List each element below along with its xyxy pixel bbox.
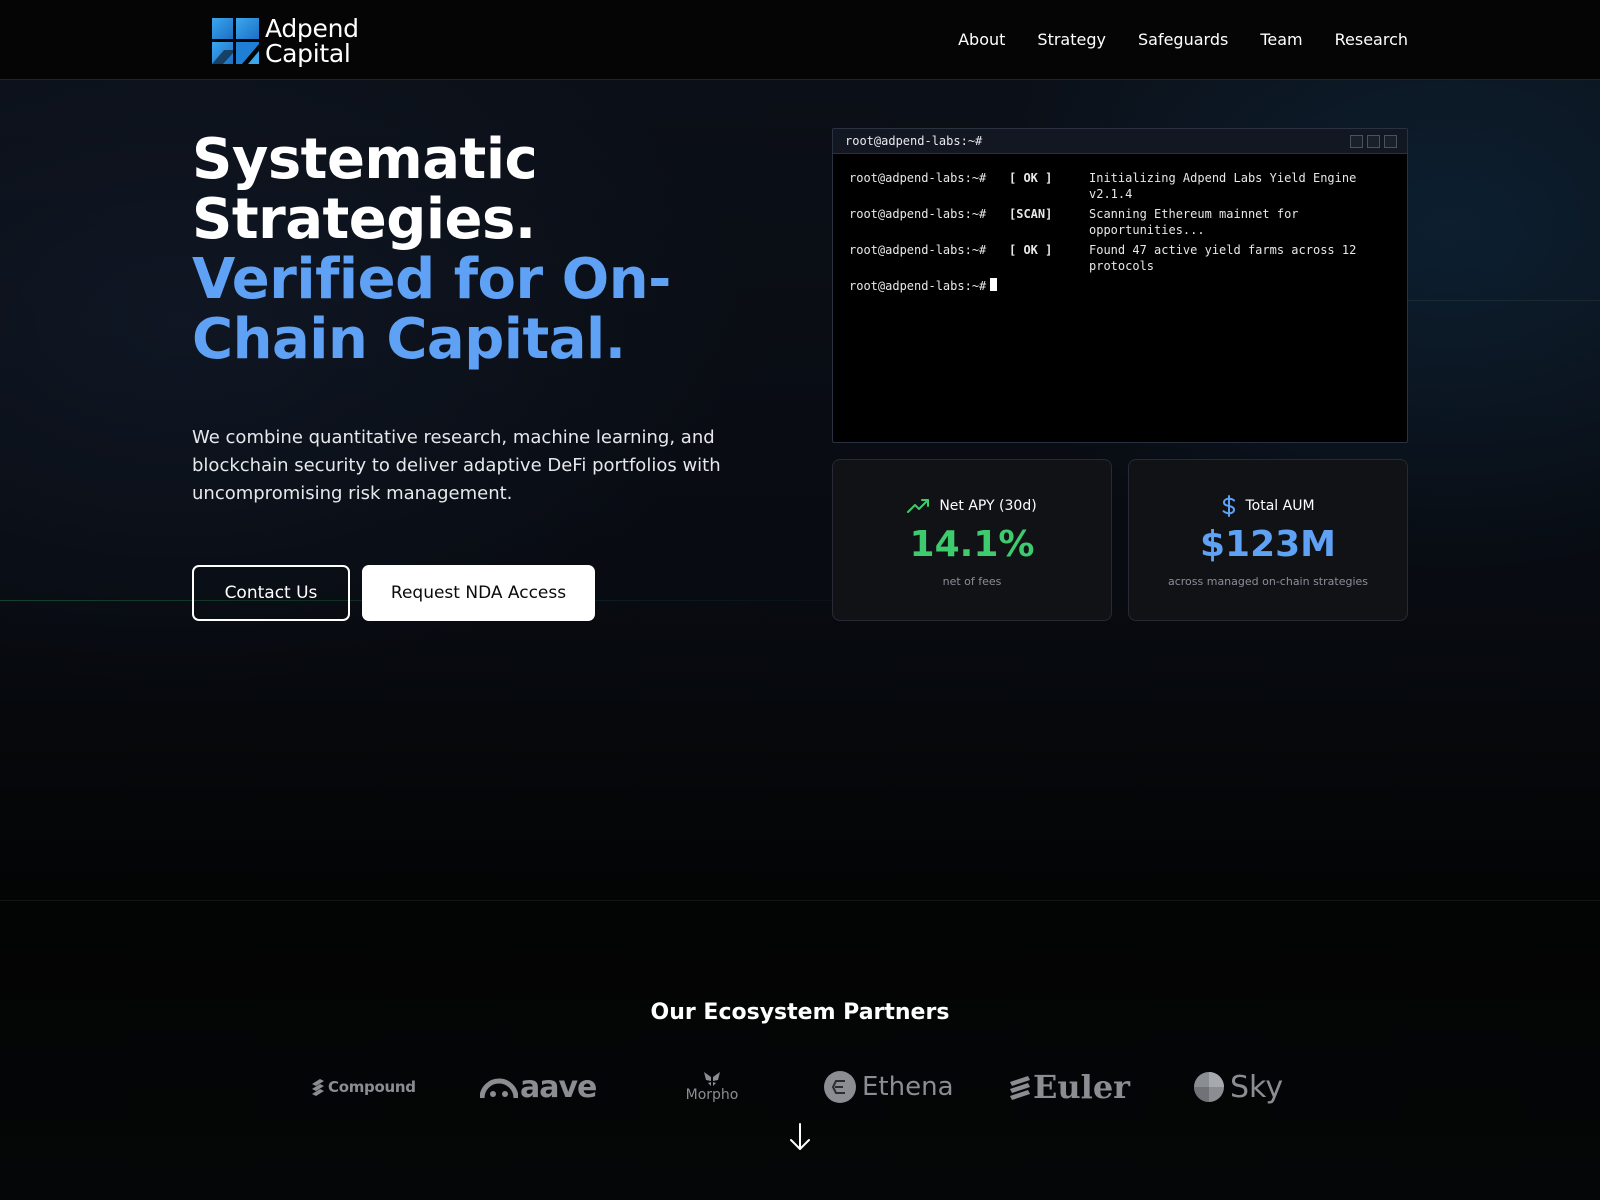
total-aum-value: $123M	[1199, 524, 1337, 565]
terminal-titlebar: root@adpend-labs:~#	[833, 129, 1407, 154]
terminal-line: root@adpend-labs:~# [ OK ] Found 47 acti…	[849, 242, 1391, 274]
nav-link-strategy[interactable]: Strategy	[1037, 29, 1106, 51]
partner-logo-ethena[interactable]: Ethena	[824, 1066, 954, 1108]
nav-link-research[interactable]: Research	[1335, 29, 1408, 51]
net-apy-value: 14.1%	[909, 524, 1035, 565]
terminal-prompt: root@adpend-labs:~#	[849, 243, 987, 257]
partner-logo-morpho[interactable]: Morpho	[685, 1066, 739, 1108]
terminal-prompt: root@adpend-labs:~#	[849, 171, 987, 185]
hero-title-line1: Systematic	[192, 127, 538, 192]
terminal-input-line[interactable]: root@adpend-labs:~#	[849, 278, 1391, 294]
terminal-title: root@adpend-labs:~#	[845, 134, 983, 148]
hero-subtitle: We combine quantitative research, machin…	[192, 427, 721, 504]
nav-link-team[interactable]: Team	[1260, 29, 1302, 51]
logo-mark-icon	[212, 18, 259, 64]
total-aum-label: Total AUM	[1245, 498, 1315, 514]
partner-name: aave	[520, 1069, 597, 1105]
scroll-down-arrow-icon[interactable]	[788, 1122, 812, 1152]
hero-title: Systematic Strategies. Verified for On-C…	[192, 130, 752, 370]
terminal-window: root@adpend-labs:~# root@adpend-labs:~# …	[832, 128, 1408, 443]
terminal-status: [ OK ]	[1009, 243, 1053, 257]
terminal-status: [ OK ]	[1009, 171, 1053, 185]
decor-line	[0, 900, 1600, 901]
morpho-butterfly-icon	[704, 1072, 720, 1086]
partner-logo-compound[interactable]: Compound	[310, 1066, 416, 1108]
terminal-cursor	[990, 278, 998, 291]
terminal-prompt: root@adpend-labs:~#	[849, 207, 987, 221]
terminal-message: Scanning Ethereum mainnet for opportunit…	[1089, 207, 1299, 237]
partners-title: Our Ecosystem Partners	[650, 1000, 950, 1025]
partner-name: Ethena	[862, 1072, 954, 1102]
hero-title-line2: Strategies.	[192, 187, 536, 252]
dollar-icon	[1223, 495, 1236, 517]
terminal-line: root@adpend-labs:~# [ OK ] Initializing …	[849, 170, 1391, 202]
request-nda-button[interactable]: Request NDA Access	[362, 565, 595, 621]
maximize-icon[interactable]	[1367, 135, 1380, 148]
total-aum-header: Total AUM	[1129, 495, 1407, 517]
terminal-window-controls	[1350, 135, 1397, 148]
terminal-current-prompt: root@adpend-labs:~#	[849, 279, 987, 293]
aave-ghost-icon	[480, 1078, 518, 1099]
net-apy-label: Net APY (30d)	[939, 498, 1037, 514]
terminal-line: root@adpend-labs:~# [SCAN] Scanning Ethe…	[849, 206, 1391, 238]
total-aum-note: across managed on-chain strategies	[1167, 575, 1369, 588]
nav-link-safeguards[interactable]: Safeguards	[1138, 29, 1228, 51]
terminal-status: [SCAN]	[1009, 207, 1053, 221]
terminal-message: Initializing Adpend Labs Yield Engine v2…	[1089, 171, 1357, 201]
brand-name-line2: Capital	[265, 39, 351, 68]
partner-name: Euler	[1033, 1068, 1131, 1106]
close-icon[interactable]	[1384, 135, 1397, 148]
brand-name: Adpend Capital	[265, 16, 359, 66]
partner-logo-aave[interactable]: aave	[480, 1066, 597, 1108]
net-apy-note: net of fees	[942, 575, 1002, 588]
net-apy-header: Net APY (30d)	[833, 495, 1111, 517]
brand-logo[interactable]: Adpend Capital	[212, 16, 359, 66]
minimize-icon[interactable]	[1350, 135, 1363, 148]
terminal-message: Found 47 active yield farms across 12 pr…	[1089, 243, 1357, 273]
nav-link-about[interactable]: About	[958, 29, 1005, 51]
partner-logo-row: Compound aave Morpho Ethena Euler Sky	[0, 1066, 1600, 1108]
net-apy-card: Net APY (30d) 14.1% net of fees	[832, 459, 1112, 621]
compound-logo-icon	[312, 1079, 324, 1096]
euler-logo-icon	[1010, 1076, 1030, 1100]
hero-title-accent: Verified for On-Chain Capital.	[192, 247, 671, 372]
nav-links: About Strategy Safeguards Team Research	[958, 29, 1408, 51]
partner-name: Morpho	[685, 1087, 739, 1103]
trending-up-icon	[907, 499, 930, 513]
sky-logo-icon	[1194, 1072, 1224, 1102]
top-nav: Adpend Capital About Strategy Safeguards…	[0, 0, 1600, 80]
partner-name: Compound	[328, 1078, 416, 1096]
partner-logo-euler[interactable]: Euler	[1008, 1066, 1130, 1108]
partner-name: Sky	[1230, 1069, 1284, 1105]
total-aum-card: Total AUM $123M across managed on-chain …	[1128, 459, 1408, 621]
terminal-body: root@adpend-labs:~# [ OK ] Initializing …	[833, 154, 1407, 294]
ethena-logo-icon	[824, 1071, 856, 1103]
contact-us-button[interactable]: Contact Us	[192, 565, 350, 621]
partner-logo-sky[interactable]: Sky	[1194, 1066, 1283, 1108]
